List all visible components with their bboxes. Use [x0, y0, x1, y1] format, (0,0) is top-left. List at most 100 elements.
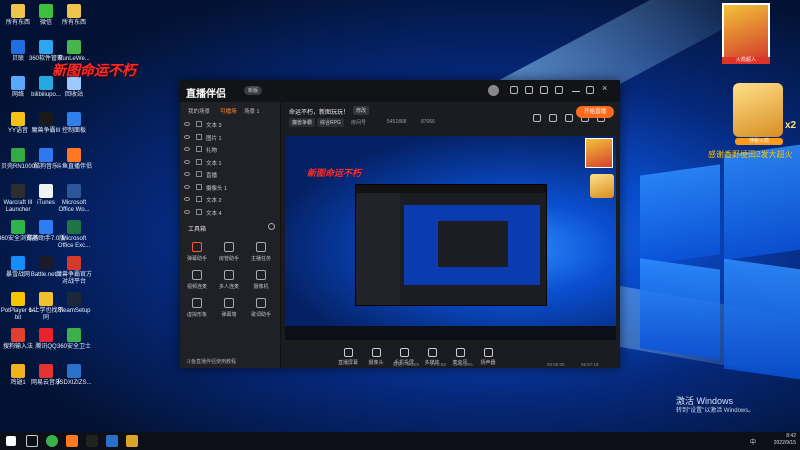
tab-scene-1[interactable]: 场景 1 — [244, 107, 260, 115]
streaming-app-window[interactable]: 直播伴侣 新版 × 我的场景 可播场 场景 1 文本 3 图片 1 礼物文本 1 直播… — [180, 80, 620, 368]
gift-icon[interactable] — [533, 114, 541, 122]
app-icon — [67, 220, 81, 234]
tag-chip[interactable]: 综合RPG — [317, 118, 344, 127]
eye-icon[interactable] — [184, 147, 190, 151]
nested-canvas — [404, 205, 540, 285]
desktop-icon[interactable]: SteamSetup — [54, 292, 94, 315]
minimize-icon[interactable] — [572, 91, 580, 92]
more-icon[interactable] — [268, 223, 275, 230]
desktop-icon[interactable]: Microsoft Office Wo... — [54, 184, 94, 214]
layer-item[interactable]: 文本 4 — [184, 208, 272, 218]
app-icon — [11, 148, 25, 162]
eye-icon[interactable] — [184, 184, 190, 189]
tab-my-scenes[interactable]: 我的场景 — [188, 107, 210, 115]
left-footer-link[interactable]: 斗鱼直播伴侣使用教程 — [186, 358, 236, 365]
layer-label: 摄像头 1 — [206, 185, 228, 192]
app-icon[interactable] — [106, 435, 118, 447]
eye-icon[interactable] — [184, 159, 190, 164]
nested-app-preview — [355, 184, 547, 306]
close-icon[interactable]: × — [602, 83, 610, 93]
tool-item[interactable]: 弹幕墙 — [216, 298, 242, 318]
nested-canvas-inner — [438, 221, 508, 267]
room-number: 5451868 — [387, 119, 407, 125]
app-icon — [11, 4, 25, 18]
tool-item[interactable]: 主播任务 — [248, 242, 274, 262]
layer-type-icon — [196, 121, 202, 127]
layer-item[interactable]: 文本 3 — [184, 120, 272, 130]
tool-item[interactable]: 弹幕助手 — [184, 242, 210, 262]
tool-icon — [256, 242, 266, 252]
eye-icon[interactable] — [184, 134, 190, 139]
desktop-icon[interactable]: JSDXIZIZS... — [54, 364, 94, 387]
tool-item[interactable]: 虚拟形象 — [184, 298, 210, 318]
layer-type-icon — [196, 146, 202, 152]
tool-label: 主播任务 — [250, 256, 271, 262]
app-titlebar[interactable]: 直播伴侣 新版 × — [180, 80, 620, 102]
source-icon — [343, 348, 353, 357]
system-tray[interactable]: 8:42 2022/9/15 — [774, 433, 796, 447]
room-label: 房间号 — [351, 120, 367, 126]
help-icon[interactable] — [540, 86, 548, 94]
app-title: 直播伴侣 — [186, 89, 226, 100]
input-language[interactable]: 中 — [750, 437, 756, 446]
warcraft-icon[interactable] — [86, 435, 98, 447]
eye-icon[interactable] — [184, 209, 190, 214]
app-icon — [11, 40, 25, 54]
tool-item[interactable]: 多人连麦 — [216, 270, 242, 290]
desktop-icon-label: 控制面板 — [61, 128, 86, 134]
tool-item[interactable]: 摄像机 — [248, 270, 274, 290]
layer-item[interactable]: 礼物 — [184, 145, 272, 155]
chat-icon[interactable] — [525, 86, 533, 94]
tool-item[interactable]: 视频连麦 — [184, 270, 210, 290]
activate-windows-sub: 转到"设置"以激活 Windows。 — [676, 408, 755, 414]
tab-available[interactable]: 可播场 — [220, 107, 237, 115]
start-icon[interactable] — [6, 436, 16, 446]
layer-item[interactable]: 图片 1 — [184, 133, 272, 143]
layer-item[interactable]: 直播 — [184, 170, 272, 180]
avatar[interactable] — [488, 85, 499, 96]
desktop-icon[interactable]: 魔兽争霸官方对战平台 — [54, 256, 94, 286]
app-icon — [39, 364, 53, 378]
edit-button[interactable]: 修改 — [353, 106, 370, 115]
lock-icon[interactable] — [549, 114, 557, 122]
preview-caption: 新图命运不朽 — [307, 168, 362, 178]
search-icon[interactable] — [26, 435, 38, 447]
app-icon — [39, 40, 53, 54]
title-badge[interactable]: 新版 — [244, 86, 263, 95]
app-icon — [67, 112, 81, 126]
layer-item[interactable]: 文本 1 — [184, 158, 272, 168]
desktop-icon[interactable]: Microsoft Office Exc... — [54, 220, 94, 250]
nested-titlebar — [356, 185, 546, 193]
layer-label: 文本 2 — [206, 198, 222, 204]
stream-info-header: 命运不朽，新图玩玩！ 修改 魔兽争霸 综合RPG 房间号 5451868 870… — [281, 102, 620, 134]
status-fps: FPS:60 — [431, 362, 447, 367]
gift-multiplier: x2 — [785, 120, 797, 131]
tool-icon — [224, 270, 234, 280]
tool-item[interactable]: 歌词助手 — [248, 298, 274, 318]
desktop-icon[interactable]: 360安全卫士 — [54, 328, 94, 351]
window-icon[interactable] — [565, 114, 573, 122]
douyu-icon[interactable] — [66, 435, 78, 447]
maximize-icon[interactable] — [586, 86, 594, 94]
start-live-button[interactable]: 开始直播 — [576, 106, 614, 118]
game-icon[interactable] — [126, 435, 138, 447]
tool-item[interactable]: 房管助手 — [216, 242, 242, 262]
eye-icon[interactable] — [184, 172, 190, 176]
layer-type-icon — [196, 208, 202, 215]
layer-item[interactable]: 文本 2 — [184, 195, 272, 205]
settings-icon[interactable] — [555, 86, 563, 94]
category-chip[interactable]: 魔兽争霸 — [289, 118, 316, 127]
desktop-icon[interactable]: 斗鱼直播伴侣 — [54, 148, 94, 171]
tool-label: 虚拟形象 — [186, 312, 207, 318]
headset-icon[interactable] — [510, 86, 518, 94]
browser-icon[interactable] — [46, 435, 58, 447]
app-icon — [39, 4, 53, 18]
desktop-icon-label: 所有东西 — [61, 20, 86, 26]
layer-item[interactable]: 摄像头 1 — [184, 183, 272, 193]
app-icon — [67, 40, 81, 54]
desktop-icon[interactable]: 所有东西 — [54, 4, 94, 27]
eye-icon[interactable] — [184, 197, 190, 201]
eye-icon[interactable] — [184, 122, 190, 126]
preview-canvas[interactable]: 新图命运不朽 — [285, 136, 616, 340]
desktop-icon[interactable]: 控制面板 — [54, 112, 94, 135]
